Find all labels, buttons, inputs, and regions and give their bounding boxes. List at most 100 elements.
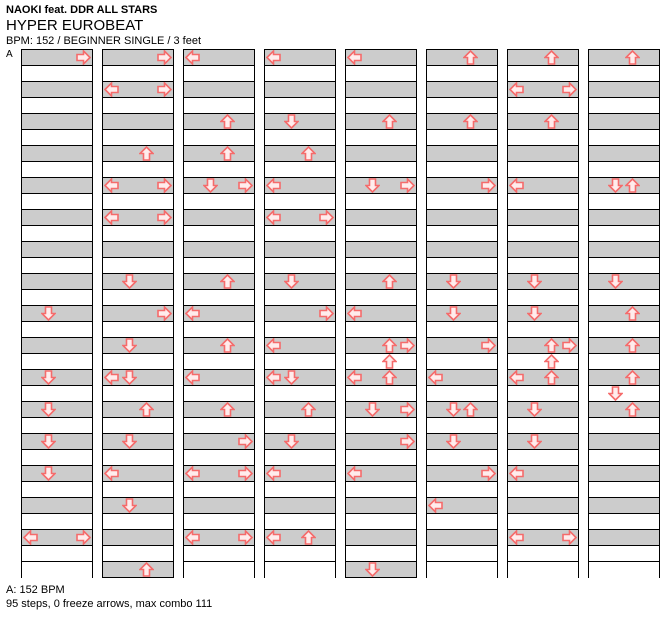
lane-slot xyxy=(184,274,202,289)
lane-slot xyxy=(219,530,237,545)
arrow-right-icon xyxy=(400,338,415,353)
beat-row xyxy=(184,290,254,306)
arrow-up-icon xyxy=(382,354,397,369)
arrow-left-icon xyxy=(509,466,524,481)
arrow-left-icon xyxy=(185,530,200,545)
arrow-right-icon xyxy=(400,178,415,193)
lane-slot xyxy=(156,562,174,577)
lane-slot xyxy=(346,466,364,481)
beat-row xyxy=(103,162,173,178)
beat-row xyxy=(184,242,254,258)
lane-slot xyxy=(364,402,382,417)
beat-row xyxy=(427,274,497,290)
lane-slot xyxy=(445,434,463,449)
arrow-left-icon xyxy=(185,466,200,481)
beat-row xyxy=(22,466,92,482)
arrow-up-icon xyxy=(625,338,640,353)
lane-slot xyxy=(561,114,579,129)
beat-row xyxy=(346,450,416,466)
lane-slot xyxy=(427,306,445,321)
lane-slot xyxy=(624,402,642,417)
lane-slot xyxy=(624,274,642,289)
beat-row xyxy=(265,322,335,338)
lane-slot xyxy=(480,178,498,193)
arrow-up-icon xyxy=(463,114,478,129)
lane-slot xyxy=(300,466,318,481)
lane-slot xyxy=(138,562,156,577)
beat-row xyxy=(265,290,335,306)
beat-row xyxy=(346,146,416,162)
beat-row xyxy=(265,162,335,178)
beat-row xyxy=(22,82,92,98)
beat-row xyxy=(103,498,173,514)
arrow-right-icon xyxy=(481,178,496,193)
lane-slot xyxy=(381,178,399,193)
lane-slot xyxy=(202,466,220,481)
lane-slot xyxy=(138,338,156,353)
lane-slot xyxy=(543,370,561,385)
arrow-left-icon xyxy=(266,466,281,481)
lane-slot xyxy=(237,274,255,289)
arrow-left-icon xyxy=(347,306,362,321)
arrow-up-icon xyxy=(544,370,559,385)
beat-row xyxy=(427,290,497,306)
arrow-up-icon xyxy=(301,402,316,417)
lane-slot xyxy=(57,50,75,65)
beat-row xyxy=(103,514,173,530)
beat-row xyxy=(508,242,578,258)
lane-slot xyxy=(283,50,301,65)
beat-row xyxy=(22,162,92,178)
lane-slot xyxy=(346,354,364,369)
lane-slot xyxy=(561,50,579,65)
beat-row xyxy=(508,50,578,66)
beat-row xyxy=(427,114,497,130)
lane-slot xyxy=(624,370,642,385)
beat-row xyxy=(22,322,92,338)
arrow-up-icon xyxy=(625,50,640,65)
lane-slot xyxy=(283,274,301,289)
lane-slot xyxy=(526,402,544,417)
beat-row xyxy=(508,178,578,194)
beat-row xyxy=(265,274,335,290)
lane-slot xyxy=(121,338,139,353)
beat-row xyxy=(103,210,173,226)
lane-slot xyxy=(265,306,283,321)
lane-slot xyxy=(445,402,463,417)
lane-slot xyxy=(508,306,526,321)
beat-row xyxy=(427,210,497,226)
lane-slot xyxy=(283,434,301,449)
arrow-down-icon xyxy=(41,306,56,321)
beat-row xyxy=(589,434,659,450)
beat-row xyxy=(22,210,92,226)
lane-slot xyxy=(543,274,561,289)
lane-slot xyxy=(364,178,382,193)
beat-row xyxy=(184,338,254,354)
lane-slot xyxy=(642,370,660,385)
lane-slot xyxy=(138,370,156,385)
lane-slot xyxy=(508,274,526,289)
lane-slot xyxy=(543,50,561,65)
arrow-up-icon xyxy=(139,402,154,417)
beat-row xyxy=(22,178,92,194)
arrow-left-icon xyxy=(347,50,362,65)
arrow-up-icon xyxy=(301,530,316,545)
arrow-down-icon xyxy=(365,562,380,577)
lane-slot xyxy=(364,562,382,577)
lane-slot xyxy=(561,306,579,321)
lane-slot xyxy=(318,306,336,321)
arrow-up-icon xyxy=(463,50,478,65)
lane-slot xyxy=(138,178,156,193)
lane-slot xyxy=(561,402,579,417)
lane-slot xyxy=(103,402,121,417)
beat-row xyxy=(346,386,416,402)
lane-slot xyxy=(399,370,417,385)
lane-slot xyxy=(300,306,318,321)
arrow-up-icon xyxy=(382,370,397,385)
lane-slot xyxy=(103,274,121,289)
lane-slot xyxy=(283,402,301,417)
lane-slot xyxy=(561,354,579,369)
lane-slot xyxy=(543,82,561,97)
lane-slot xyxy=(138,82,156,97)
lane-slot xyxy=(381,466,399,481)
arrow-left-icon xyxy=(185,50,200,65)
